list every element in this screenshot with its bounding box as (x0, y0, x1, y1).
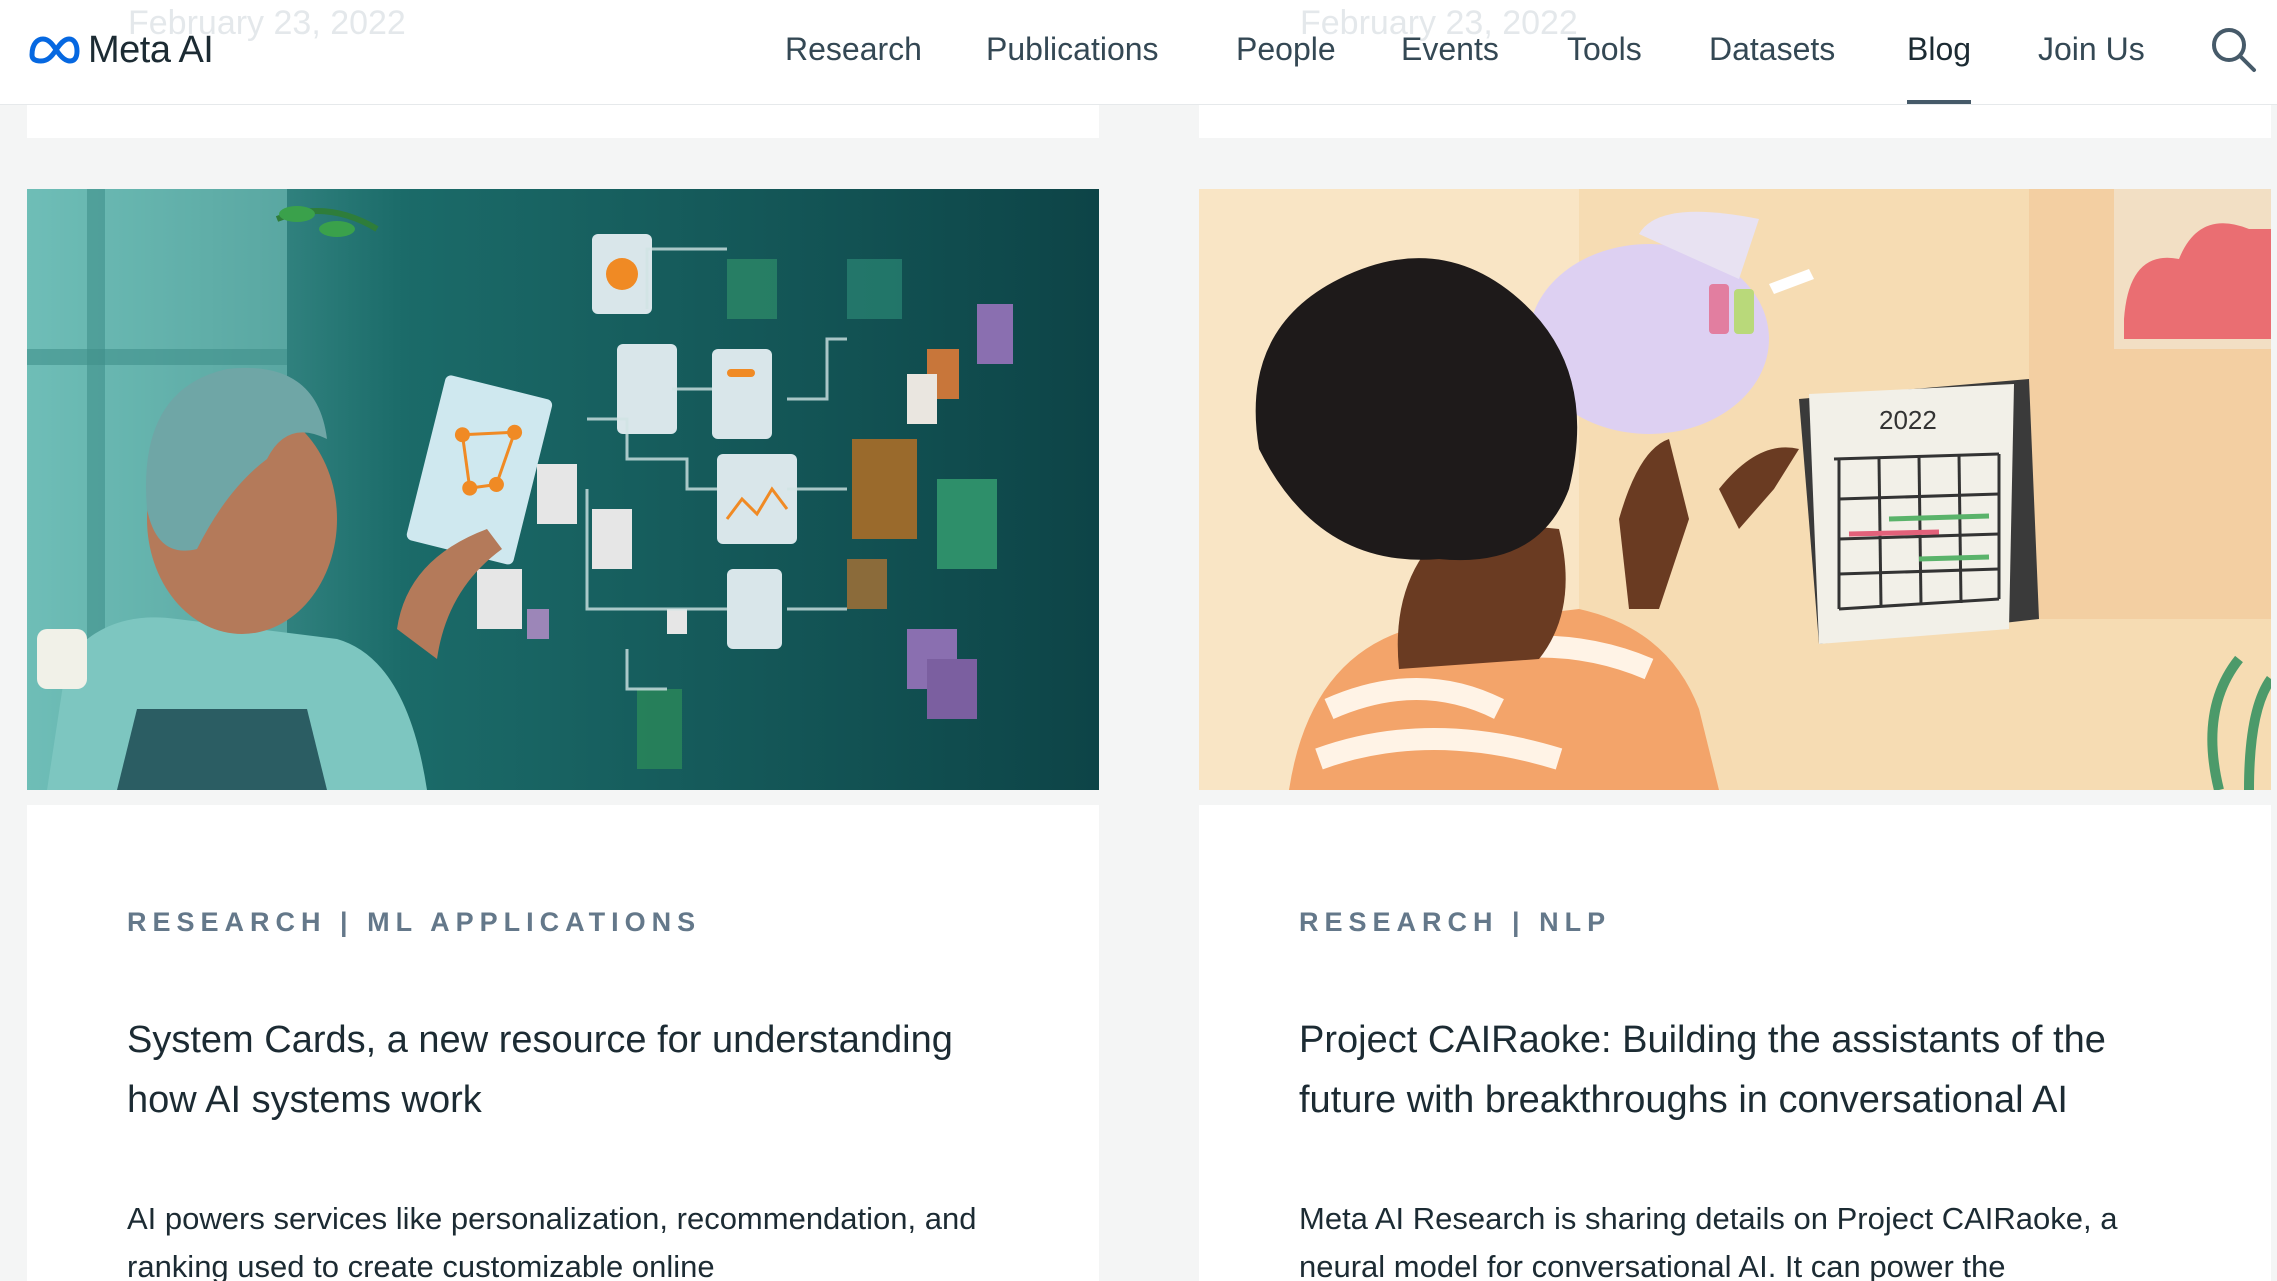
nav-research[interactable]: Research (785, 0, 922, 104)
card-image-project-cairaoke[interactable]: 2022 (1199, 189, 2271, 790)
search-icon[interactable] (2208, 24, 2258, 74)
svg-text:2022: 2022 (1879, 405, 1937, 435)
nav-datasets[interactable]: Datasets (1709, 0, 1835, 104)
blog-card-project-cairaoke[interactable]: RESEARCH | NLP Project CAIRaoke: Buildin… (1199, 805, 2271, 1281)
previous-card-date: February 23, 2022 (1300, 4, 1578, 42)
previous-card-date: February 23, 2022 (128, 4, 406, 42)
card-excerpt: AI powers services like personalization,… (127, 1201, 977, 1281)
meta-infinity-icon (29, 36, 80, 64)
card-title[interactable]: System Cards, a new resource for underst… (127, 1010, 1007, 1130)
card-category[interactable]: RESEARCH | ML APPLICATIONS (127, 907, 701, 938)
nav-join-us[interactable]: Join Us (2038, 0, 2145, 104)
nav-publications[interactable]: Publications (986, 0, 1159, 104)
previous-card[interactable] (1199, 104, 2271, 138)
card-category[interactable]: RESEARCH | NLP (1299, 907, 1611, 938)
card-excerpt: Meta AI Research is sharing details on P… (1299, 1201, 2118, 1281)
previous-card[interactable] (27, 104, 1099, 138)
nav-tools[interactable]: Tools (1567, 0, 1642, 104)
card-image-system-cards[interactable] (27, 189, 1099, 790)
nav-blog[interactable]: Blog (1907, 0, 1972, 104)
blog-card-system-cards[interactable]: RESEARCH | ML APPLICATIONS System Cards,… (27, 805, 1099, 1281)
card-title[interactable]: Project CAIRaoke: Building the assistant… (1299, 1010, 2179, 1130)
